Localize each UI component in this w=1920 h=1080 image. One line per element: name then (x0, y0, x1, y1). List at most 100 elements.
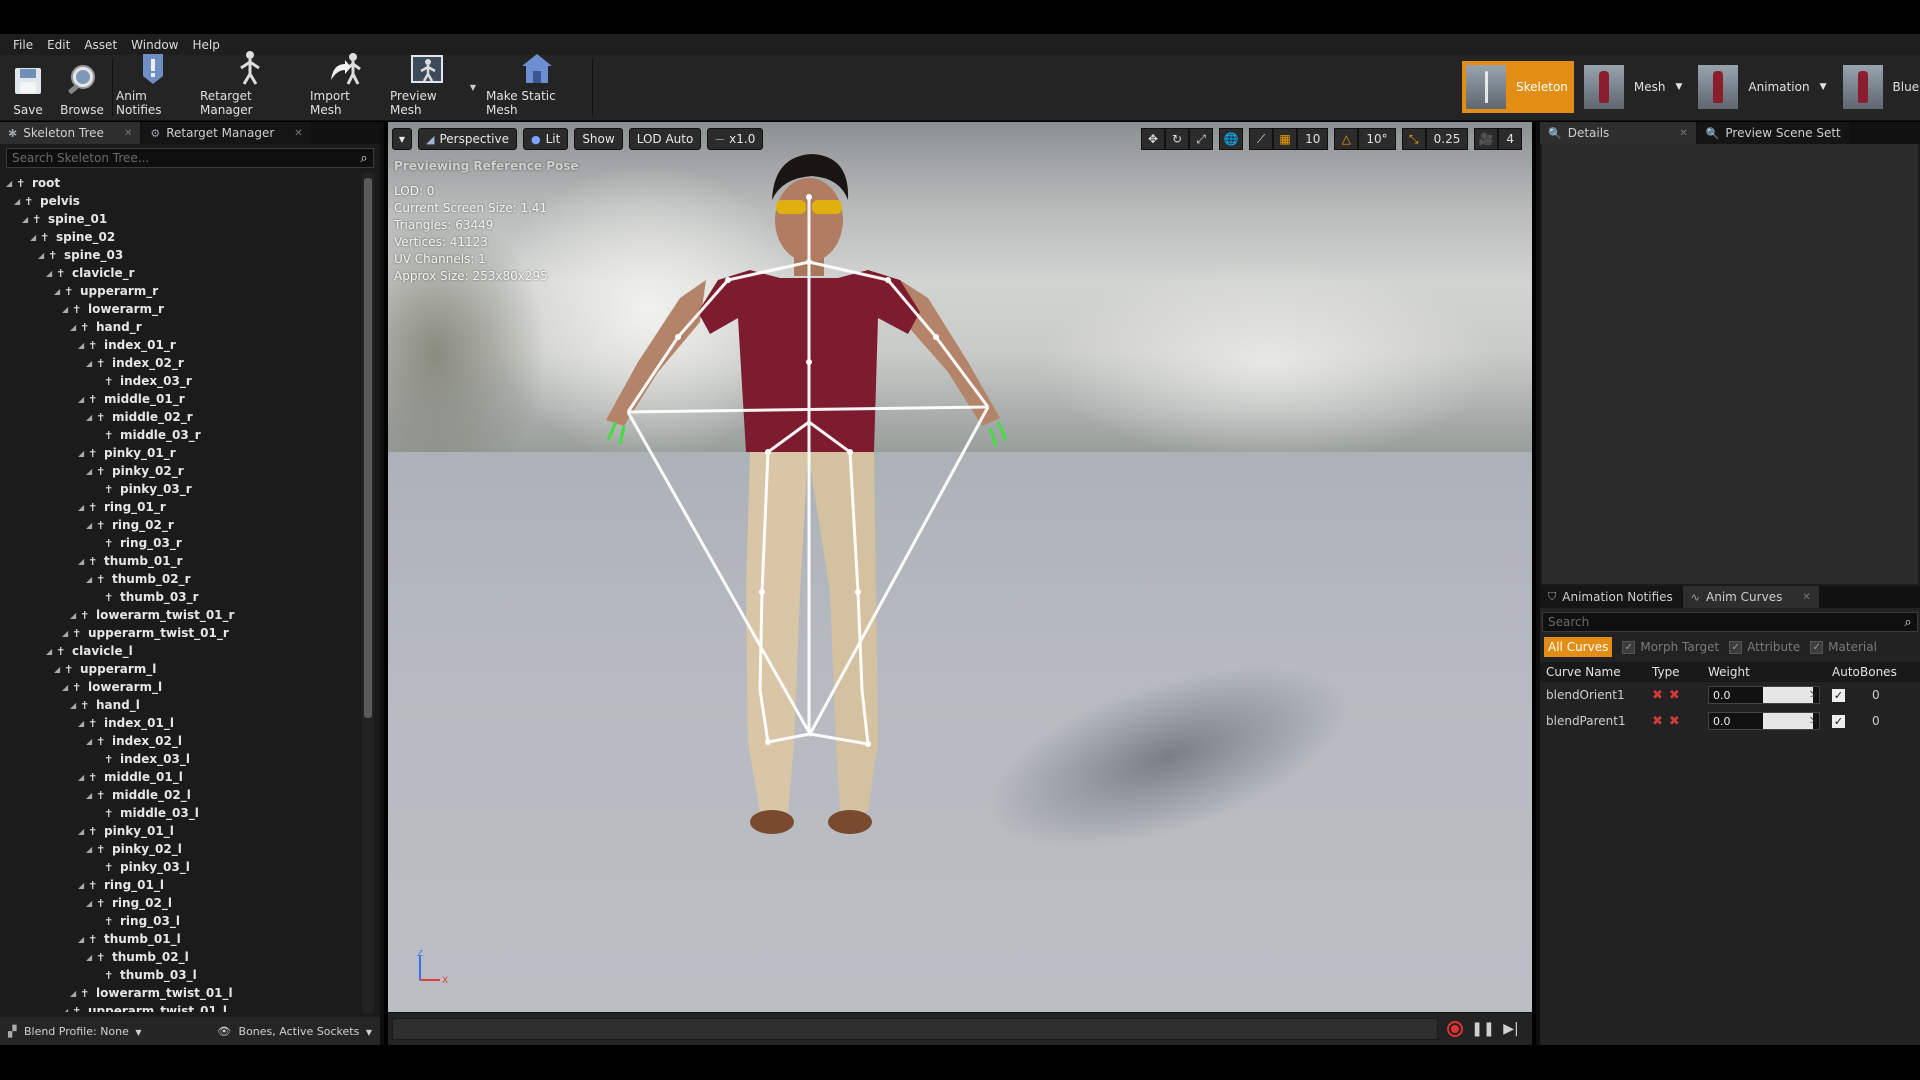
tree-row[interactable]: ◢ ✝ pelvis (6, 192, 362, 210)
camera-speed-icon[interactable]: 🎥 (1474, 128, 1499, 150)
make-static-mesh-button[interactable]: Make Static Mesh (486, 54, 588, 117)
expand-arrow-icon[interactable]: ◢ (46, 647, 56, 656)
rotation-snap-icon[interactable]: △ (1334, 128, 1359, 150)
expand-arrow-icon[interactable]: ◢ (78, 773, 88, 782)
expand-arrow-icon[interactable]: ◢ (78, 719, 88, 728)
expand-arrow-icon[interactable]: ◢ (78, 503, 88, 512)
expand-arrow-icon[interactable]: ◢ (86, 953, 96, 962)
tree-row[interactable]: ◢ ✝ hand_r (6, 318, 362, 336)
mode-blueprint-button[interactable]: Blueprint (1839, 61, 1920, 113)
grid-snap-value[interactable]: 10 (1297, 128, 1329, 150)
expand-arrow-icon[interactable]: ◢ (86, 359, 96, 368)
expand-arrow-icon[interactable]: ◢ (70, 701, 80, 710)
import-mesh-button[interactable]: Import Mesh (310, 53, 382, 117)
tree-row[interactable]: ✝ pinky_03_l (6, 858, 362, 876)
browse-button[interactable]: Browse (58, 57, 106, 117)
header-type[interactable]: Type (1652, 665, 1708, 679)
expand-arrow-icon[interactable]: ◢ (62, 683, 72, 692)
tree-row[interactable]: ◢ ✝ pinky_02_r (6, 462, 362, 480)
tab-anim-curves[interactable]: ∿ Anim Curves ✕ (1682, 586, 1819, 608)
tree-row[interactable]: ✝ index_03_r (6, 372, 362, 390)
viewport-options-button[interactable]: ▼ (392, 128, 412, 150)
expand-arrow-icon[interactable]: ◢ (62, 305, 72, 314)
expand-arrow-icon[interactable]: ◢ (78, 395, 88, 404)
curve-row[interactable]: blendOrient1 ✖ ✖ 0.0 ⇲ ✓ 0 (1540, 682, 1920, 708)
tree-row[interactable]: ◢ ✝ spine_03 (6, 246, 362, 264)
expand-arrow-icon[interactable]: ◢ (78, 935, 88, 944)
expand-arrow-icon[interactable]: ◢ (62, 629, 72, 638)
tree-row[interactable]: ✝ thumb_03_r (6, 588, 362, 606)
filter-morph-target[interactable]: ✓ Morph Target (1622, 640, 1719, 654)
anim-notifies-button[interactable]: Anim Notifies (116, 54, 190, 117)
save-button[interactable]: Save (8, 57, 48, 117)
tree-row[interactable]: ◢ ✝ lowerarm_twist_01_r (6, 606, 362, 624)
tree-row[interactable]: ◢ ✝ clavicle_r (6, 264, 362, 282)
expand-arrow-icon[interactable]: ◢ (86, 845, 96, 854)
filter-all-curves[interactable]: All Curves (1544, 637, 1613, 657)
tab-retarget-manager[interactable]: ⚙ Retarget Manager ✕ (142, 122, 311, 144)
step-forward-button[interactable]: ▶| (1500, 1019, 1522, 1039)
material-disabled-icon[interactable]: ✖ (1669, 714, 1680, 729)
tree-row[interactable]: ◢ ✝ index_01_r (6, 336, 362, 354)
playback-speed-button[interactable]: ⏤ x1.0 (707, 128, 764, 150)
expand-arrow-icon[interactable]: ◢ (78, 827, 88, 836)
timeline-scrubber[interactable] (392, 1018, 1438, 1040)
expand-arrow-icon[interactable]: ◢ (62, 1007, 72, 1013)
auto-checkbox[interactable]: ✓ (1832, 714, 1860, 728)
tree-row[interactable]: ◢ ✝ thumb_02_l (6, 948, 362, 966)
rotation-snap-value[interactable]: 10° (1358, 128, 1396, 150)
tree-row[interactable]: ◢ ✝ lowerarm_r (6, 300, 362, 318)
expand-arrow-icon[interactable]: ◢ (86, 791, 96, 800)
expand-arrow-icon[interactable]: ◢ (22, 215, 32, 224)
tree-row[interactable]: ◢ ✝ index_02_l (6, 732, 362, 750)
tree-row[interactable]: ◢ ✝ middle_02_r (6, 408, 362, 426)
tree-row[interactable]: ◢ ✝ pinky_01_r (6, 444, 362, 462)
tab-details[interactable]: 🔍 Details ✕ (1540, 122, 1696, 144)
skeleton-search-input[interactable] (7, 151, 355, 165)
expand-arrow-icon[interactable]: ◢ (46, 269, 56, 278)
expand-arrow-icon[interactable]: ◢ (86, 413, 96, 422)
scale-snap-icon[interactable]: ⤡ (1401, 128, 1426, 150)
expand-arrow-icon[interactable]: ◢ (86, 575, 96, 584)
scale-snap-value[interactable]: 0.25 (1425, 128, 1469, 150)
preview-mesh-dropdown[interactable]: ▼ (466, 57, 480, 117)
curve-search-input[interactable] (1543, 615, 1899, 629)
expand-arrow-icon[interactable]: ◢ (86, 521, 96, 530)
preview-viewport[interactable]: ▼ ◢ Perspective ● Lit Show LOD Auto ⏤ x1… (388, 122, 1532, 1012)
expand-arrow-icon[interactable]: ◢ (54, 287, 64, 296)
tree-row[interactable]: ◢ ✝ lowerarm_l (6, 678, 362, 696)
expand-arrow-icon[interactable]: ◢ (78, 557, 88, 566)
scale-icon[interactable]: ⤢ (1189, 128, 1214, 150)
show-button[interactable]: Show (574, 128, 623, 150)
chevron-down-icon[interactable]: ▼ (1820, 82, 1827, 92)
tree-row[interactable]: ◢ ✝ thumb_01_l (6, 930, 362, 948)
filter-material[interactable]: ✓ Material (1810, 640, 1877, 654)
preview-mesh-button[interactable]: Preview Mesh (390, 55, 466, 117)
tree-row[interactable]: ✝ ring_03_l (6, 912, 362, 930)
tree-row[interactable]: ◢ ✝ spine_02 (6, 228, 362, 246)
material-disabled-icon[interactable]: ✖ (1669, 688, 1680, 703)
tree-row[interactable]: ✝ middle_03_r (6, 426, 362, 444)
lod-button[interactable]: LOD Auto (628, 128, 702, 150)
tree-row[interactable]: ◢ ✝ thumb_02_r (6, 570, 362, 588)
tree-row[interactable]: ◢ ✝ pinky_02_l (6, 840, 362, 858)
tree-row[interactable]: ◢ ✝ lowerarm_twist_01_l (6, 984, 362, 1002)
morph-disabled-icon[interactable]: ✖ (1652, 688, 1663, 703)
tree-row[interactable]: ✝ pinky_03_r (6, 480, 362, 498)
tree-row[interactable]: ◢ ✝ upperarm_twist_01_r (6, 624, 362, 642)
retarget-manager-button[interactable]: Retarget Manager (200, 51, 300, 117)
tree-row[interactable]: ◢ ✝ clavicle_l (6, 642, 362, 660)
expand-arrow-icon[interactable]: ◢ (30, 233, 40, 242)
expand-arrow-icon[interactable]: ◢ (6, 179, 16, 188)
grid-snap-icon[interactable]: ▦ (1273, 128, 1298, 150)
tree-row[interactable]: ◢ ✝ root (6, 174, 362, 192)
blend-profile-dropdown[interactable]: ▞ Blend Profile: None ▼ (8, 1025, 142, 1038)
expand-arrow-icon[interactable]: ◢ (78, 881, 88, 890)
expand-arrow-icon[interactable]: ◢ (38, 251, 48, 260)
expand-arrow-icon[interactable]: ◢ (86, 467, 96, 476)
morph-disabled-icon[interactable]: ✖ (1652, 714, 1663, 729)
tree-row[interactable]: ◢ ✝ hand_l (6, 696, 362, 714)
world-local-icon[interactable]: 🌐 (1219, 128, 1244, 150)
tree-scrollbar-thumb[interactable] (364, 178, 372, 718)
tree-row[interactable]: ✝ index_03_l (6, 750, 362, 768)
